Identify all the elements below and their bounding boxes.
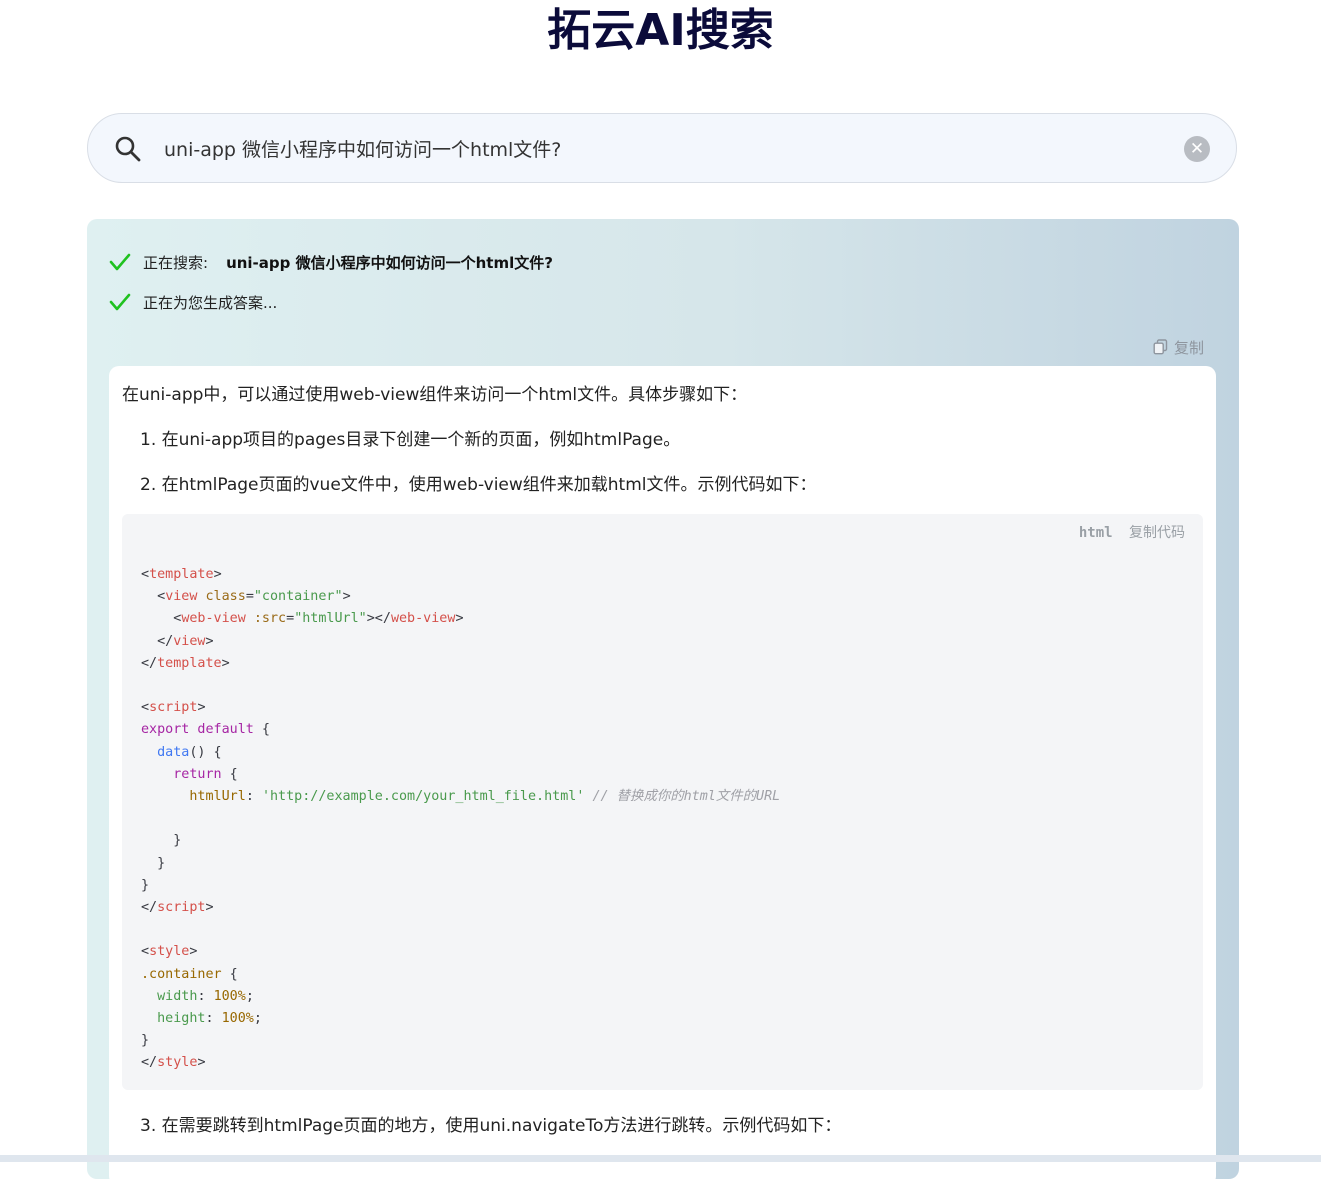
search-bar: ✕ — [87, 113, 1237, 183]
code-language: html — [1078, 525, 1113, 541]
copy-label: 复制 — [1174, 338, 1205, 357]
horizontal-scrollbar[interactable] — [0, 1155, 1321, 1162]
check-icon — [109, 293, 131, 311]
code-content: <template> <view class="container"> <web… — [141, 567, 781, 1071]
code-block: html 复制代码 <template> <view class="contai… — [122, 514, 1203, 1090]
answer-step: 1. 在uni-app项目的pages目录下创建一个新的页面，例如htmlPag… — [140, 430, 681, 450]
status-searching-label: 正在搜索: — [143, 253, 209, 272]
copy-code-button[interactable]: 复制代码 — [1129, 525, 1185, 541]
result-panel: 正在搜索: uni-app 微信小程序中如何访问一个html文件? 正在为您生成… — [87, 219, 1239, 1186]
status-searching: 正在搜索: uni-app 微信小程序中如何访问一个html文件? — [109, 249, 553, 275]
answer-intro: 在uni-app中，可以通过使用web-view组件来访问一个html文件。具体… — [122, 385, 748, 405]
check-icon — [109, 253, 131, 271]
copy-button[interactable]: 复制 — [1153, 336, 1204, 358]
status-generating: 正在为您生成答案... — [109, 289, 277, 315]
clear-icon[interactable]: ✕ — [1184, 136, 1210, 162]
status-generating-label: 正在为您生成答案... — [143, 293, 278, 312]
answer-step: 3. 在需要跳转到htmlPage页面的地方，使用uni.navigateTo方… — [140, 1116, 842, 1136]
answer-card: 在uni-app中，可以通过使用web-view组件来访问一个html文件。具体… — [109, 366, 1216, 1186]
search-input[interactable] — [164, 130, 1164, 166]
answer-step: 2. 在htmlPage页面的vue文件中，使用web-view组件来加载htm… — [140, 475, 817, 495]
status-searching-query: uni-app 微信小程序中如何访问一个html文件? — [226, 253, 553, 272]
app-title: 拓云AI搜索 — [547, 5, 774, 56]
search-icon[interactable] — [114, 135, 142, 163]
code-header: html 复制代码 — [1079, 522, 1185, 542]
copy-icon — [1153, 339, 1168, 355]
